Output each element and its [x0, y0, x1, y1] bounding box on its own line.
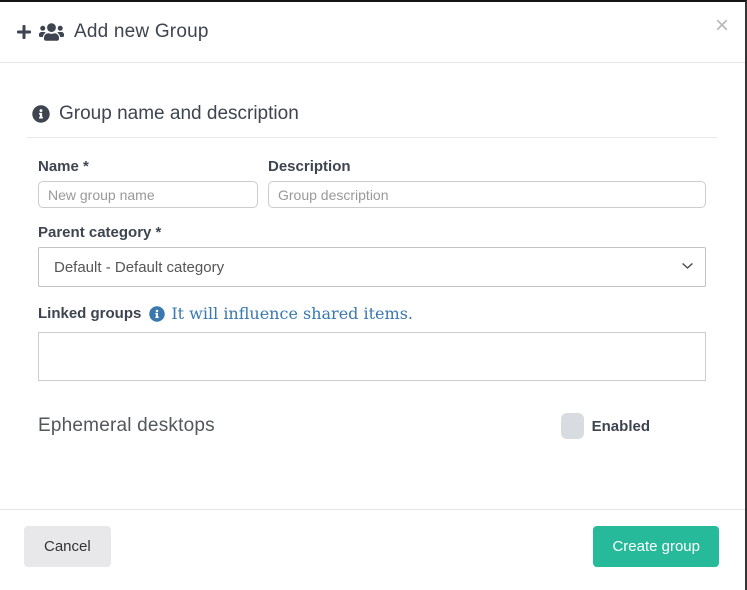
- name-label: Name *: [38, 158, 258, 175]
- linked-groups-note: It will influence shared items.: [171, 304, 413, 323]
- plus-icon: [16, 24, 32, 40]
- description-field-group: Description: [268, 158, 706, 208]
- close-icon[interactable]: ×: [715, 14, 729, 38]
- description-input[interactable]: [268, 181, 706, 208]
- modal-title-group: Add new Group: [16, 21, 209, 43]
- modal-header: Add new Group ×: [0, 2, 745, 63]
- section-heading: Group name and description: [59, 103, 299, 125]
- enabled-label: Enabled: [592, 418, 650, 435]
- linked-groups-row: Linked groups It will influence shared i…: [38, 304, 706, 323]
- section-divider: [27, 137, 717, 138]
- ephemeral-desktops-label: Ephemeral desktops: [38, 415, 215, 437]
- info-circle-icon: [32, 105, 50, 123]
- name-description-row: Name * Description: [38, 158, 706, 208]
- section-heading-group: Group name and description: [32, 103, 706, 125]
- enabled-checkbox[interactable]: [561, 413, 584, 439]
- add-group-modal: Add new Group × Group name and descripti…: [0, 0, 747, 590]
- modal-body: Group name and description Name * Descri…: [0, 63, 745, 509]
- parent-category-select-wrap: Default - Default category: [38, 247, 706, 287]
- create-group-button[interactable]: Create group: [593, 526, 719, 567]
- info-circle-icon-blue: [149, 306, 165, 322]
- parent-category-label: Parent category *: [38, 224, 706, 241]
- cancel-button[interactable]: Cancel: [24, 526, 111, 567]
- name-field-group: Name *: [38, 158, 258, 208]
- enabled-checkbox-group: Enabled: [561, 413, 650, 439]
- modal-title: Add new Group: [74, 21, 209, 43]
- parent-category-select[interactable]: Default - Default category: [38, 247, 706, 287]
- modal-footer: Cancel Create group: [0, 509, 745, 590]
- name-input[interactable]: [38, 181, 258, 208]
- linked-groups-multiselect[interactable]: [38, 332, 706, 381]
- ephemeral-desktops-row: Ephemeral desktops Enabled: [38, 413, 706, 439]
- description-label: Description: [268, 158, 706, 175]
- linked-groups-label: Linked groups: [38, 305, 141, 322]
- users-icon: [39, 22, 64, 42]
